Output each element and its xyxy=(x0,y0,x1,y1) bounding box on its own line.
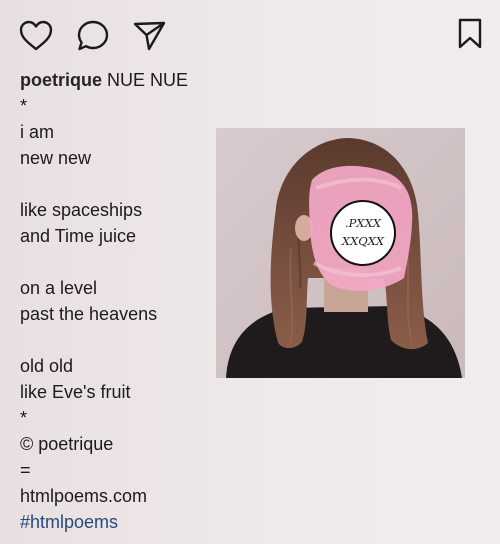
caption-line-10 xyxy=(20,327,210,353)
caption-line-4 xyxy=(20,171,210,197)
caption-line-3: new new xyxy=(20,148,92,168)
caption-line-8: on a level xyxy=(20,278,98,298)
caption-line-13: * xyxy=(20,408,28,428)
caption-line-12: like Eve's fruit xyxy=(20,382,131,402)
poem-title: NUE NUE xyxy=(107,70,189,90)
caption-line-1: * xyxy=(20,96,28,116)
caption-line-5: like spaceships xyxy=(20,200,143,220)
stamp-text-1: .PXXX xyxy=(345,216,382,230)
username-link[interactable]: poetrique xyxy=(20,70,102,90)
caption-line-2: i am xyxy=(20,122,55,142)
post-image: .PXXX XXQXX xyxy=(216,128,465,378)
caption-line-0: poetrique NUE NUE xyxy=(20,67,210,93)
post-caption: poetrique NUE NUE * i am new new like sp… xyxy=(20,67,210,535)
paper-plane-icon[interactable] xyxy=(133,20,167,52)
stamp-text-2: XXQXX xyxy=(341,234,385,248)
bookmark-icon[interactable] xyxy=(458,18,482,50)
website-link[interactable]: htmlpoems.com xyxy=(20,483,210,509)
hashtag-link[interactable]: #htmlpoems xyxy=(20,509,210,535)
caption-line-14: © poetrique xyxy=(20,434,114,454)
caption-line-7 xyxy=(20,249,210,275)
caption-line-11: old old xyxy=(20,356,74,376)
caption-line-6: and Time juice xyxy=(20,226,137,246)
stamp-circle xyxy=(330,200,396,266)
post-action-bar xyxy=(0,0,500,60)
caption-line-9: past the heavens xyxy=(20,304,158,324)
heart-icon[interactable] xyxy=(19,20,53,52)
caption-line-15: = xyxy=(20,460,31,480)
speech-bubble-icon[interactable] xyxy=(77,20,111,52)
